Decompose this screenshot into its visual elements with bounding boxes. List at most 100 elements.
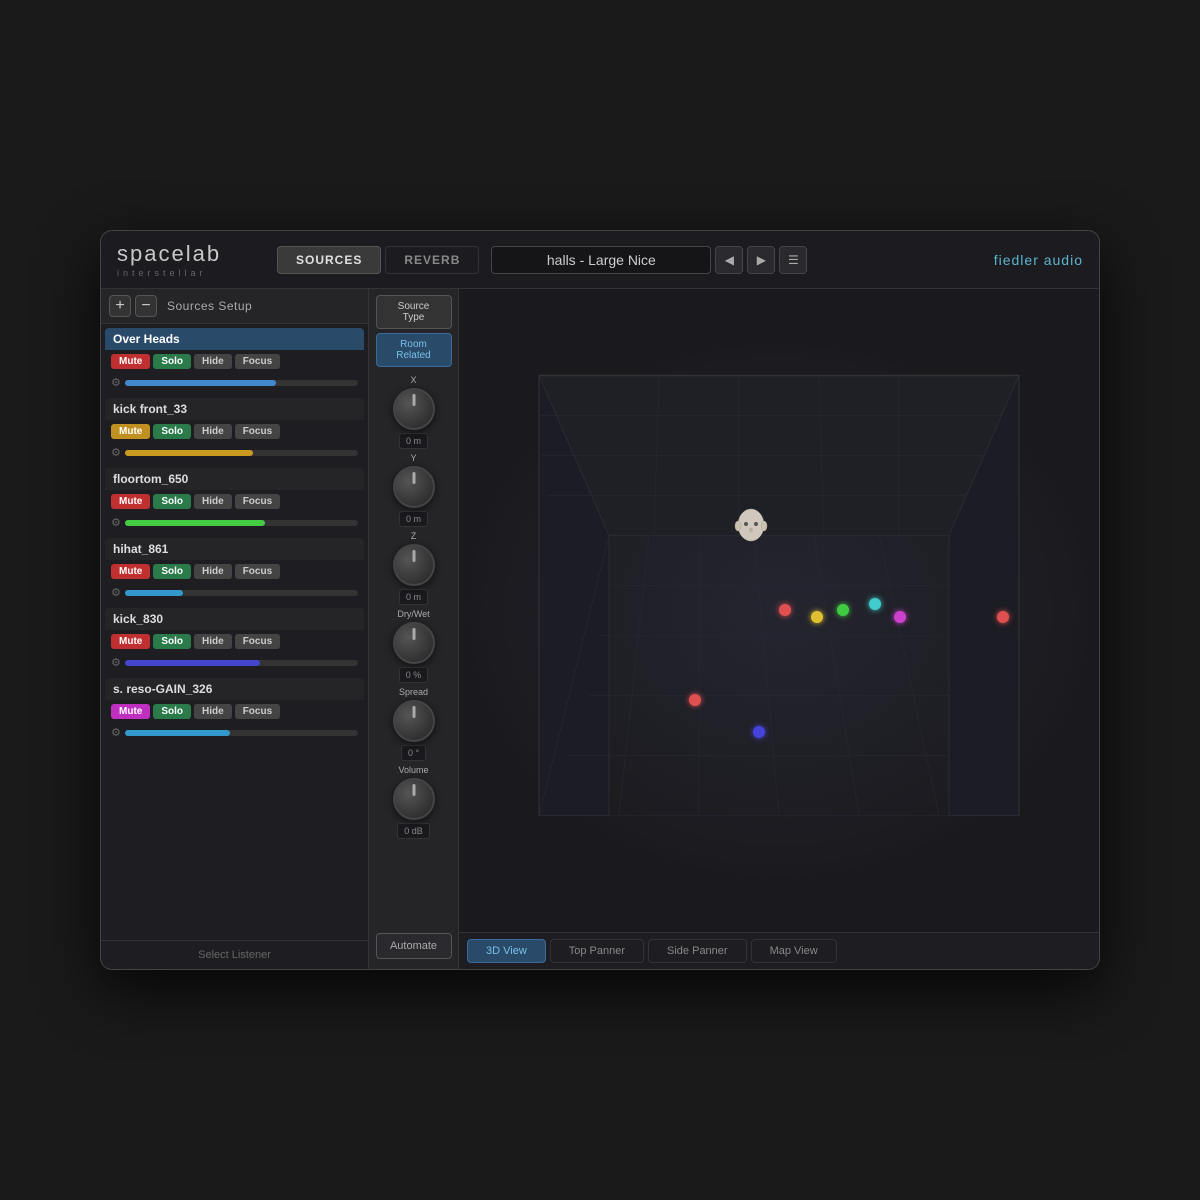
fader-track-0[interactable] (125, 380, 358, 386)
view-tab-3[interactable]: Map View (751, 939, 837, 963)
mute-button-1[interactable]: Mute (111, 424, 150, 439)
knob-value-0: 0 m (399, 433, 428, 449)
gear-icon-1[interactable]: ⚙ (111, 446, 121, 459)
automate-button[interactable]: Automate (376, 933, 452, 959)
knob-dry/wet[interactable] (393, 622, 435, 664)
logo-area: spacelab interstellar (117, 241, 277, 278)
source-header-5[interactable]: s. reso-GAIN_326 (105, 678, 364, 700)
source-fader-row-2: ⚙ (105, 513, 364, 534)
mute-button-0[interactable]: Mute (111, 354, 150, 369)
knob-value-1: 0 m (399, 511, 428, 527)
fader-track-3[interactable] (125, 590, 358, 596)
view-tab-0[interactable]: 3D View (467, 939, 546, 963)
knob-spread[interactable] (393, 700, 435, 742)
focus-button-2[interactable]: Focus (235, 494, 280, 509)
hide-button-2[interactable]: Hide (194, 494, 232, 509)
source-item-0: Over Heads MuteSoloHideFocus ⚙ (105, 328, 364, 394)
knob-y[interactable] (393, 466, 435, 508)
preset-prev-button[interactable]: ◀ (715, 246, 743, 274)
hide-button-4[interactable]: Hide (194, 634, 232, 649)
logo-spacelab: spacelab (117, 241, 277, 267)
solo-button-2[interactable]: Solo (153, 494, 191, 509)
hide-button-0[interactable]: Hide (194, 354, 232, 369)
focus-button-3[interactable]: Focus (235, 564, 280, 579)
solo-button-3[interactable]: Solo (153, 564, 191, 579)
solo-button-1[interactable]: Solo (153, 424, 191, 439)
hide-button-1[interactable]: Hide (194, 424, 232, 439)
add-source-button[interactable]: + (109, 295, 131, 317)
hide-button-3[interactable]: Hide (194, 564, 232, 579)
source-fader-row-4: ⚙ (105, 653, 364, 674)
source-type-button[interactable]: Source Type (376, 295, 452, 329)
fader-fill-0 (125, 380, 277, 386)
controls-panel: Source TypeRoom RelatedX0 mY0 mZ0 mDry/W… (369, 289, 459, 969)
source-dot-source-red2[interactable] (689, 694, 701, 706)
sources-list: Over HeadsMuteSoloHideFocus⚙kick front_3… (101, 324, 368, 940)
gear-icon-3[interactable]: ⚙ (111, 586, 121, 599)
fader-track-4[interactable] (125, 660, 358, 666)
source-dot-reso-magenta[interactable] (894, 611, 906, 623)
select-listener-button[interactable]: Select Listener (101, 940, 368, 969)
focus-button-4[interactable]: Focus (235, 634, 280, 649)
hide-button-5[interactable]: Hide (194, 704, 232, 719)
source-item-1: kick front_33 MuteSoloHideFocus ⚙ (105, 398, 364, 464)
source-dot-hihat-cyan[interactable] (869, 598, 881, 610)
mute-button-4[interactable]: Mute (111, 634, 150, 649)
knob-section-z: Z0 m (393, 531, 435, 605)
mute-button-2[interactable]: Mute (111, 494, 150, 509)
knob-label-4: Spread (399, 687, 428, 697)
knob-volume[interactable] (393, 778, 435, 820)
source-header-2[interactable]: floortom_650 (105, 468, 364, 490)
knob-label-2: Z (411, 531, 417, 541)
focus-button-1[interactable]: Focus (235, 424, 280, 439)
preset-next-button[interactable]: ▶ (747, 246, 775, 274)
fader-track-1[interactable] (125, 450, 358, 456)
preset-area: halls - Large Nice ◀ ▶ ☰ (491, 246, 807, 274)
source-dot-overhead-red[interactable] (779, 604, 791, 616)
fader-track-5[interactable] (125, 730, 358, 736)
solo-button-4[interactable]: Solo (153, 634, 191, 649)
tab-sources[interactable]: SOURCES (277, 246, 381, 274)
mute-button-3[interactable]: Mute (111, 564, 150, 579)
gear-icon-0[interactable]: ⚙ (111, 376, 121, 389)
fader-fill-4 (125, 660, 260, 666)
knob-section-x: X0 m (393, 375, 435, 449)
view-panel: 3D ViewTop PannerSide PannerMap View (459, 289, 1099, 969)
solo-button-5[interactable]: Solo (153, 704, 191, 719)
source-dot-kick-blue[interactable] (753, 726, 765, 738)
remove-source-button[interactable]: − (135, 295, 157, 317)
source-header-3[interactable]: hihat_861 (105, 538, 364, 560)
brand-name: fiedler audio (994, 252, 1083, 268)
source-header-1[interactable]: kick front_33 (105, 398, 364, 420)
fader-track-2[interactable] (125, 520, 358, 526)
focus-button-0[interactable]: Focus (235, 354, 280, 369)
gear-icon-2[interactable]: ⚙ (111, 516, 121, 529)
source-dot-far-red[interactable] (997, 611, 1009, 623)
source-header-4[interactable]: kick_830 (105, 608, 364, 630)
view-tab-1[interactable]: Top Panner (550, 939, 644, 963)
gear-icon-4[interactable]: ⚙ (111, 656, 121, 669)
focus-button-5[interactable]: Focus (235, 704, 280, 719)
source-controls-3: MuteSoloHideFocus (105, 560, 364, 583)
source-controls-4: MuteSoloHideFocus (105, 630, 364, 653)
nav-tabs: SOURCES REVERB (277, 246, 479, 274)
view-tabs: 3D ViewTop PannerSide PannerMap View (459, 932, 1099, 969)
knob-label-5: Volume (398, 765, 428, 775)
knob-z[interactable] (393, 544, 435, 586)
fader-fill-3 (125, 590, 183, 596)
gear-icon-5[interactable]: ⚙ (111, 726, 121, 739)
solo-button-0[interactable]: Solo (153, 354, 191, 369)
fader-fill-2 (125, 520, 265, 526)
tab-reverb[interactable]: REVERB (385, 246, 479, 274)
view-tab-2[interactable]: Side Panner (648, 939, 747, 963)
source-dot-kick-yellow[interactable] (811, 611, 823, 623)
knob-x[interactable] (393, 388, 435, 430)
mute-button-5[interactable]: Mute (111, 704, 150, 719)
room-related-button[interactable]: Room Related (376, 333, 452, 367)
source-header-0[interactable]: Over Heads (105, 328, 364, 350)
source-dot-floortom-green[interactable] (837, 604, 849, 616)
source-fader-row-1: ⚙ (105, 443, 364, 464)
fader-fill-1 (125, 450, 253, 456)
preset-menu-button[interactable]: ☰ (779, 246, 807, 274)
knob-value-4: 0 ° (401, 745, 426, 761)
